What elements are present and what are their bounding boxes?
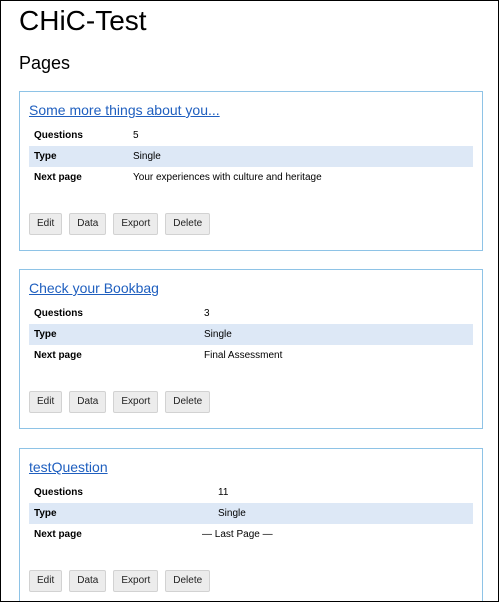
- type-value: Single: [204, 329, 232, 340]
- next-page-value: Final Assessment: [204, 350, 283, 361]
- next-page-value: — Last Page —: [202, 529, 273, 540]
- next-page-label: Next page: [34, 172, 82, 183]
- questions-value: 11: [218, 487, 229, 498]
- page-title-link[interactable]: Check your Bookbag: [29, 279, 159, 297]
- type-row: Type Single: [29, 324, 473, 345]
- export-button[interactable]: Export: [113, 391, 159, 413]
- questions-row: 11 Questions: [29, 482, 473, 503]
- next-page-label: Next page: [34, 350, 82, 361]
- section-title: Pages: [19, 53, 71, 73]
- next-page-label: Next page: [34, 529, 82, 540]
- data-button[interactable]: Data: [69, 570, 107, 592]
- page-actions: Edit Data Export Delete: [29, 391, 211, 413]
- delete-button[interactable]: Delete: [165, 391, 211, 413]
- page-title-link[interactable]: Some more things about you...: [29, 101, 220, 119]
- questions-value: 3: [204, 308, 210, 319]
- export-button[interactable]: Export: [113, 570, 159, 592]
- type-label: Type: [34, 329, 57, 340]
- delete-button[interactable]: Delete: [165, 570, 211, 592]
- page-properties: Questions 5 Type Single Next page Your e…: [29, 125, 473, 188]
- type-row: Type Single: [29, 146, 473, 167]
- type-row: Type Single: [29, 503, 473, 524]
- next-page-row: Next page Final Assessment: [29, 345, 473, 366]
- page-actions: Edit Data Export Delete: [29, 213, 211, 235]
- questions-label: Questions: [34, 308, 83, 319]
- page-title-link[interactable]: testQuestion: [29, 458, 108, 476]
- data-button[interactable]: Data: [69, 213, 107, 235]
- questions-value: 5: [133, 130, 139, 141]
- next-page-row: Next page Your experiences with culture …: [29, 167, 473, 188]
- app-title: CHiC-Test: [19, 5, 147, 36]
- type-value: Single: [218, 508, 246, 519]
- edit-button[interactable]: Edit: [29, 391, 63, 413]
- data-button[interactable]: Data: [69, 391, 107, 413]
- type-value: Single: [133, 151, 161, 162]
- page-properties: 11 Questions Type Single Next page — Las…: [29, 482, 473, 545]
- export-button[interactable]: Export: [113, 213, 159, 235]
- type-label: Type: [34, 508, 57, 519]
- questions-row: Questions 5: [29, 125, 473, 146]
- page-properties: Questions 3 Type Single Next page Final …: [29, 303, 473, 366]
- type-label: Type: [34, 151, 57, 162]
- edit-button[interactable]: Edit: [29, 213, 63, 235]
- page-card: Check your Bookbag Questions 3 Type Sing…: [19, 269, 483, 429]
- next-page-row: Next page — Last Page —: [29, 524, 473, 545]
- delete-button[interactable]: Delete: [165, 213, 211, 235]
- page-card: testQuestion 11 Questions Type Single Ne…: [19, 448, 483, 601]
- questions-label: Questions: [34, 130, 83, 141]
- questions-label: Questions: [34, 487, 83, 498]
- page-actions: Edit Data Export Delete: [29, 570, 211, 592]
- questions-row: Questions 3: [29, 303, 473, 324]
- next-page-value: Your experiences with culture and herita…: [133, 172, 322, 183]
- page-card: Some more things about you... Questions …: [19, 91, 483, 251]
- edit-button[interactable]: Edit: [29, 570, 63, 592]
- page-frame: CHiC-Test Pages Some more things about y…: [0, 0, 499, 602]
